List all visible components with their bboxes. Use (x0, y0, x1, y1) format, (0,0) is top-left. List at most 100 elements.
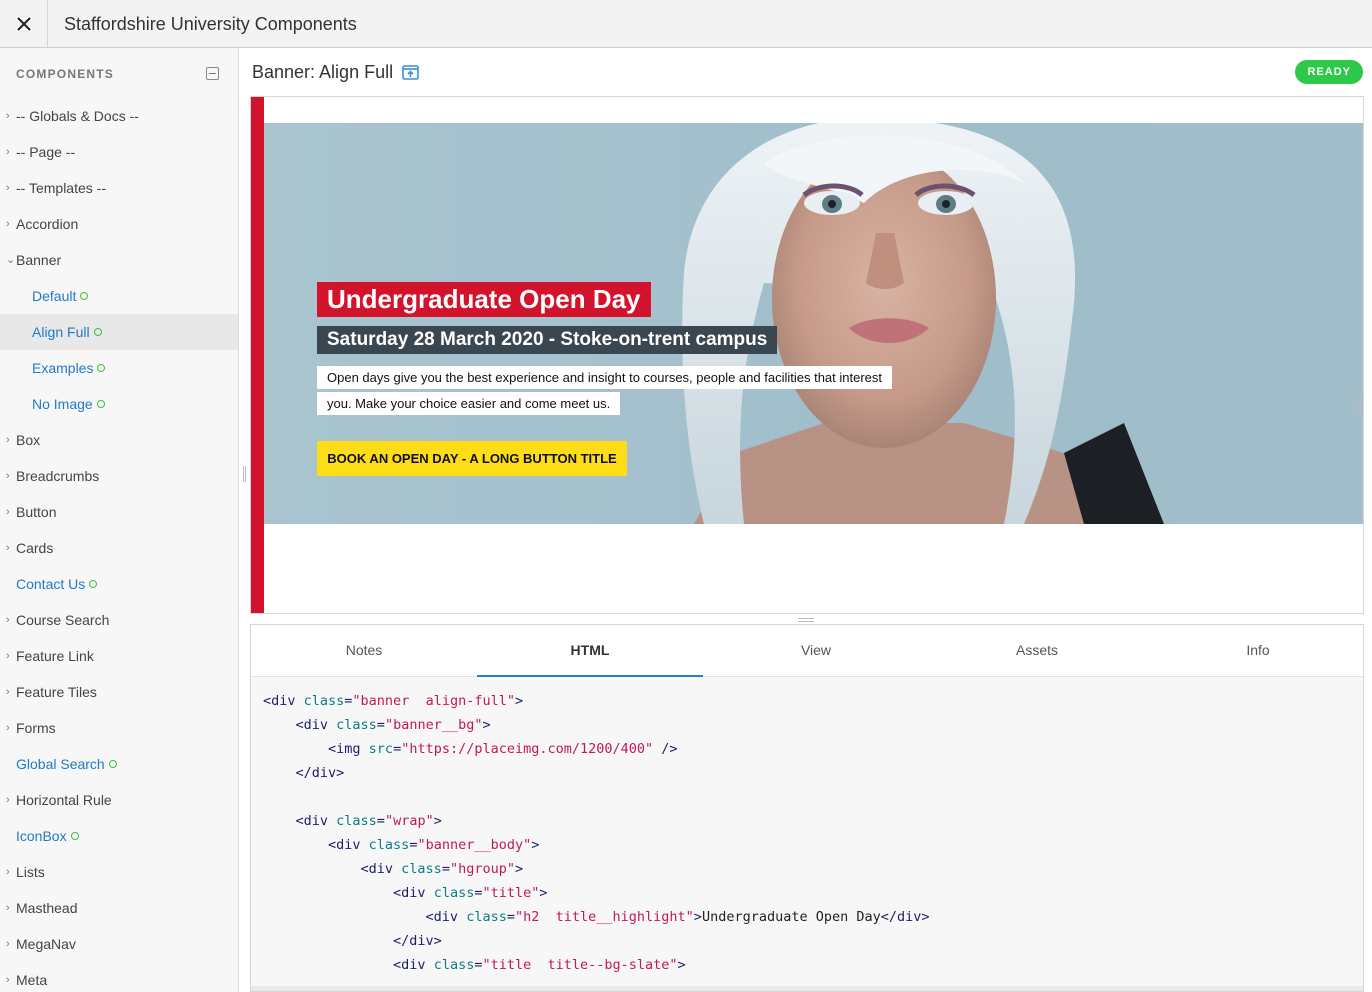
sidebar-item-label: Masthead (16, 900, 78, 916)
status-badge: READY (1295, 60, 1363, 84)
sidebar-item-label: -- Templates -- (16, 180, 106, 196)
component-nav: › -- Globals & Docs -- › -- Page -- › -- Temp… (0, 98, 238, 992)
close-icon (16, 16, 31, 31)
sidebar-item-iconbox[interactable]: IconBox (0, 818, 238, 854)
code-token: "banner__bg" (384, 717, 483, 733)
tab-view[interactable]: View (703, 625, 929, 677)
code-token: = (506, 909, 515, 925)
chevron-right-icon: › (6, 686, 10, 698)
code-line: <div class="banner__body"> (263, 833, 930, 857)
sidebar-item-label: Feature Link (16, 648, 94, 664)
tab-assets[interactable]: Assets (924, 625, 1150, 677)
code-token: <div (263, 957, 434, 973)
sidebar-item-templates[interactable]: › -- Templates -- (0, 170, 238, 206)
close-button[interactable] (0, 0, 48, 47)
code-line: <div class="title title--bg-slate"> (263, 953, 930, 977)
sidebar-item-meta[interactable]: › Meta (0, 962, 238, 992)
code-token: </div> (263, 933, 442, 949)
sidebar-item-forms[interactable]: › Forms (0, 710, 238, 746)
code-token: > (531, 837, 540, 853)
code-token: > (539, 885, 548, 901)
sidebar-item-label: MegaNav (16, 936, 76, 952)
sidebar-item-breadcrumbs[interactable]: › Breadcrumbs (0, 458, 238, 494)
chevron-right-icon: › (6, 146, 10, 158)
main-area: Banner: Align Full READY Undergraduate O… (240, 48, 1372, 992)
sidebar-item-box[interactable]: › Box (0, 422, 238, 458)
sidebar-item-cards[interactable]: › Cards (0, 530, 238, 566)
sidebar-item-label: Align Full (32, 314, 102, 350)
chevron-right-icon: › (6, 974, 10, 986)
chevron-right-icon: › (6, 542, 10, 554)
tab-info[interactable]: Info (1145, 625, 1363, 677)
sidebar-item-align-full[interactable]: Align Full (0, 314, 238, 350)
component-title: Banner: Align Full (252, 62, 419, 85)
sidebar-item-label: Course Search (16, 612, 110, 628)
sidebar-item-course-search[interactable]: › Course Search (0, 602, 238, 638)
chevron-right-icon: › (6, 722, 10, 734)
code-token: class (303, 693, 345, 709)
component-preview: Undergraduate Open Day Saturday 28 March… (250, 96, 1364, 614)
sidebar-item-label: IconBox (16, 818, 79, 854)
chevron-right-icon: › (6, 866, 10, 878)
code-token: "h2 title__highlight" (514, 909, 694, 925)
banner: Undergraduate Open Day Saturday 28 March… (264, 123, 1363, 524)
chevron-right-icon: › (6, 614, 10, 626)
sidebar-item-label: No Image (32, 386, 105, 422)
code-token: src (368, 741, 394, 757)
ready-status-icon (108, 760, 117, 768)
sidebar-item-label: Cards (16, 540, 54, 556)
sidebar-item-label: Forms (16, 720, 56, 736)
sidebar-item-global-search[interactable]: Global Search (0, 746, 238, 782)
tab-notes[interactable]: Notes (251, 625, 477, 677)
panel-resize-handle[interactable] (798, 618, 814, 622)
sidebar-item-horizontal-rule[interactable]: › Horizontal Rule (0, 782, 238, 818)
code-token: > (514, 693, 524, 709)
sidebar-item-label: Button (16, 504, 57, 520)
code-line: <div class="banner__bg"> (263, 713, 930, 737)
horizontal-scrollbar[interactable] (251, 986, 1363, 991)
ready-status-icon (80, 292, 89, 300)
sidebar-item-lists[interactable]: › Lists (0, 854, 238, 890)
sidebar-header: COMPONENTS (0, 48, 238, 98)
sidebar-item-feature-tiles[interactable]: › Feature Tiles (0, 674, 238, 710)
sidebar-item-masthead[interactable]: › Masthead (0, 890, 238, 926)
code-token: > (433, 813, 442, 829)
sidebar-item-button[interactable]: › Button (0, 494, 238, 530)
collapse-all-button[interactable] (206, 67, 219, 80)
banner-subtitle: Saturday 28 March 2020 - Stoke-on-trent … (317, 326, 778, 354)
sidebar-item-label: Lists (16, 864, 45, 880)
sidebar-item-contact-us[interactable]: Contact Us (0, 566, 238, 602)
sidebar-item-examples[interactable]: Examples (0, 350, 238, 386)
code-token: > (482, 717, 491, 733)
open-external-icon[interactable] (402, 64, 419, 85)
sidebar-item-default[interactable]: Default (0, 278, 238, 314)
code-token: <div (263, 837, 369, 853)
chevron-right-icon: › (6, 218, 10, 230)
chevron-down-icon: ⌄ (6, 254, 16, 266)
code-token: <img (263, 741, 369, 757)
sidebar-item-label: -- Page -- (16, 144, 76, 160)
code-token: = (441, 861, 450, 877)
sidebar-item-feature-link[interactable]: › Feature Link (0, 638, 238, 674)
code-token: <div (263, 693, 304, 709)
sidebar-item-meganav[interactable]: › MegaNav (0, 926, 238, 962)
sidebar-item-page[interactable]: › -- Page -- (0, 134, 238, 170)
sidebar-item-accordion[interactable]: › Accordion (0, 206, 238, 242)
html-code-block: <div class="banner align-full"> <div cla… (263, 689, 930, 977)
sidebar-item-label: Default (32, 278, 89, 314)
sidebar-item-no-image[interactable]: No Image (0, 386, 238, 422)
chevron-right-icon: › (6, 902, 10, 914)
sidebar-item-label: Global Search (16, 746, 117, 782)
code-token: = (393, 741, 402, 757)
sidebar-item-banner[interactable]: ⌄ Banner (0, 242, 238, 278)
chevron-right-icon: › (6, 434, 10, 446)
code-token: "https://placeimg.com/1200/400" (401, 741, 654, 757)
sidebar-item-globals-docs[interactable]: › -- Globals & Docs -- (0, 98, 238, 134)
code-token: class (336, 717, 377, 733)
preview-resize-handle[interactable] (1358, 397, 1361, 413)
banner-text: Open days give you the best experience a… (317, 365, 897, 417)
book-open-day-button[interactable]: BOOK AN OPEN DAY - A LONG BUTTON TITLE (317, 441, 627, 476)
code-line: <img src="https://placeimg.com/1200/400"… (263, 737, 930, 761)
tab-html[interactable]: HTML (477, 625, 703, 677)
